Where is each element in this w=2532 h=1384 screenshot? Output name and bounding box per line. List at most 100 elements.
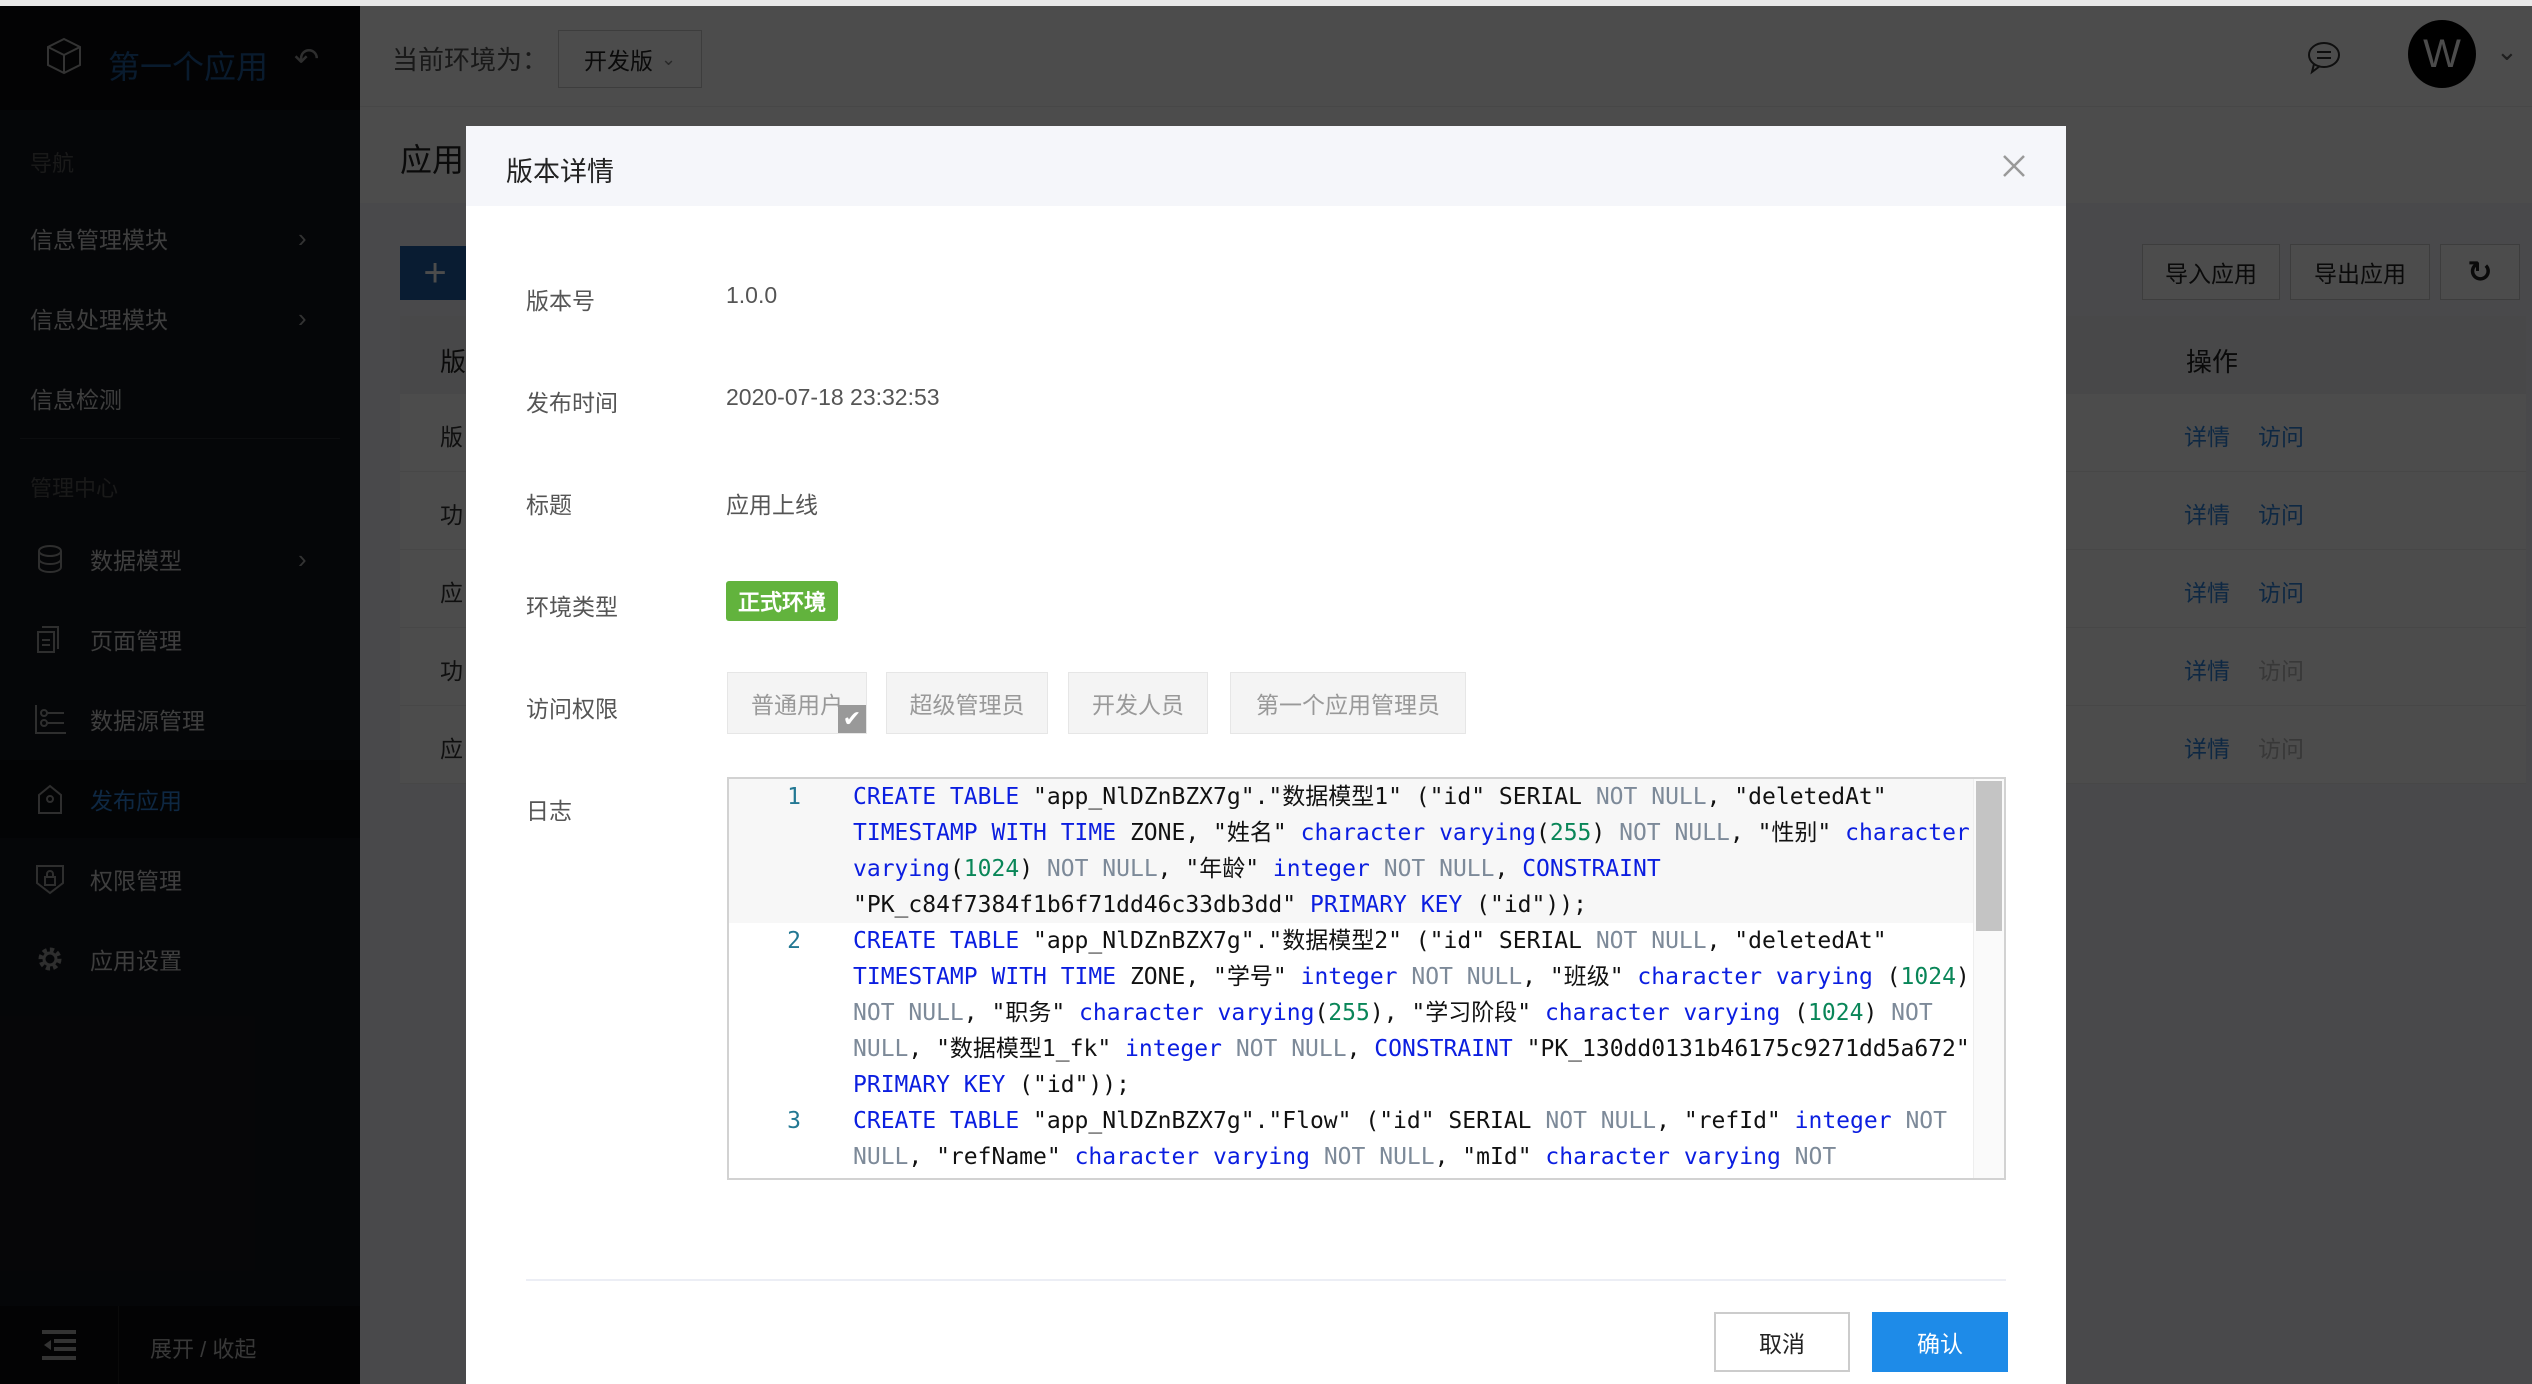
code-token: NOT NULL (1411, 964, 1523, 990)
role-label: 第一个应用管理员 (1256, 692, 1440, 718)
code-token: , "年龄" (1157, 856, 1273, 882)
code-token: PRIMARY KEY (853, 1072, 1006, 1098)
title-label: 标题 (526, 492, 572, 518)
code-token: NOT NULL (1383, 856, 1495, 882)
line-number: 1 (787, 784, 801, 810)
code-token: NOT NULL (1323, 1144, 1435, 1170)
code-token: , (1494, 856, 1523, 882)
code-token: NOT NULL (1545, 1108, 1657, 1134)
code-token: , "deletedAt" (1706, 784, 1901, 810)
code-token: , (1346, 1036, 1375, 1062)
role-label: 开发人员 (1092, 692, 1184, 718)
close-icon[interactable] (2000, 152, 2028, 180)
check-icon: ✔ (838, 705, 866, 733)
code-token: NOT NULL (1046, 856, 1158, 882)
code-token: , "数据模型1_fk" (908, 1036, 1126, 1062)
code-token: NOT NULL (853, 1000, 964, 1026)
code-token: "app_NlDZnBZX7g"."数据模型1" ("id" SERIAL (1019, 784, 1596, 810)
code-token: "app_NlDZnBZX7g"."数据模型2" ("id" SERIAL (1019, 928, 1596, 954)
line-number: 3 (787, 1108, 801, 1134)
code-token: 1024 (1900, 964, 1956, 990)
line-number: 2 (787, 928, 801, 954)
code-token: CREATE TABLE (853, 928, 1020, 954)
code-token: ZONE, "学号" (1116, 964, 1301, 990)
code-token: NOT (1794, 1144, 1837, 1170)
code-token: 255 (1549, 820, 1592, 846)
code-token: ("id")); (1462, 892, 1587, 918)
code-token: character varying (1544, 1000, 1781, 1026)
version-value: 1.0.0 (726, 282, 778, 308)
code-token: character varying (1637, 964, 1873, 990)
code-token: 1024 (1808, 1000, 1864, 1026)
role-option-developer[interactable]: 开发人员 (1068, 672, 1208, 734)
code-token: CREATE TABLE (853, 1108, 1020, 1134)
role-option-normal-user[interactable]: 普通用户 ✔ (727, 672, 867, 734)
code-lines: 1 CREATE TABLE "app_NlDZnBZX7g"."数据模型1" (… (729, 779, 1974, 1175)
code-token: ZONE, "姓名" (1116, 820, 1301, 846)
code-token: , "refName" (908, 1144, 1075, 1170)
role-option-app-admin[interactable]: 第一个应用管理员 (1230, 672, 1466, 734)
code-token: character varying (1079, 1000, 1315, 1026)
modal-header: 版本详情 (466, 126, 2066, 206)
code-token: integer (1300, 964, 1398, 990)
code-token: character varying (1545, 1144, 1781, 1170)
access-label: 访问权限 (526, 696, 618, 722)
code-token: ( (1872, 964, 1901, 990)
code-token: ( (1536, 820, 1550, 846)
code-token: integer (1272, 856, 1370, 882)
modal-footer-divider (526, 1279, 2006, 1281)
code-token: ( (949, 856, 964, 882)
log-label: 日志 (526, 798, 572, 824)
code-token: character varying (1074, 1144, 1310, 1170)
role-label: 普通用户 (751, 692, 843, 718)
code-token: NOT NULL (1235, 1036, 1347, 1062)
log-line: 2 CREATE TABLE "app_NlDZnBZX7g"."数据模型2" (… (729, 923, 1974, 1103)
code-token: character varying (1300, 820, 1536, 846)
role-option-super-admin[interactable]: 超级管理员 (886, 672, 1048, 734)
confirm-button[interactable]: 确认 (1872, 1312, 2008, 1372)
code-token: ), "学习阶段" (1369, 1000, 1545, 1026)
code-token: TIMESTAMP WITH TIME (853, 820, 1117, 846)
code-token: 255 (1328, 1000, 1370, 1026)
code-token: ( (1780, 1000, 1809, 1026)
code-token: NOT NULL (1595, 784, 1707, 810)
code-token: integer (1125, 1036, 1222, 1062)
code-token: , "职务" (963, 1000, 1080, 1026)
cancel-button[interactable]: 取消 (1714, 1312, 1850, 1372)
log-line: 3 CREATE TABLE "app_NlDZnBZX7g"."Flow" ("… (729, 1103, 1974, 1175)
version-detail-modal: 版本详情 版本号 1.0.0 发布时间 2020-07-18 23:32:53 … (466, 126, 2066, 1384)
version-label: 版本号 (526, 288, 595, 314)
code-token: NOT NULL (1595, 928, 1707, 954)
publish-time-value: 2020-07-18 23:32:53 (726, 384, 940, 410)
line-text: CREATE TABLE "app_NlDZnBZX7g"."数据模型1" ("… (853, 779, 1974, 923)
code-token: ( (1314, 1000, 1329, 1026)
code-token: NOT NULL (1619, 820, 1730, 846)
env-type-label: 环境类型 (526, 594, 618, 620)
code-token: , "mId" (1434, 1144, 1546, 1170)
code-token: TIMESTAMP WITH TIME (853, 964, 1117, 990)
log-line: 1 CREATE TABLE "app_NlDZnBZX7g"."数据模型1" (… (729, 779, 1974, 923)
code-token: PRIMARY KEY (1309, 892, 1463, 918)
code-token: , "性别" (1729, 820, 1846, 846)
code-token: integer (1794, 1108, 1892, 1134)
code-token: 1024 (963, 856, 1020, 882)
code-token: ) (1591, 820, 1620, 846)
scrollbar[interactable] (1973, 779, 2004, 1178)
log-code-viewer[interactable]: 1 CREATE TABLE "app_NlDZnBZX7g"."数据模型1" (… (727, 777, 2006, 1180)
env-type-badge: 正式环境 (726, 581, 839, 621)
scrollbar-thumb[interactable] (1976, 781, 2002, 931)
code-token: "PK_130dd0131b46175c9271dd5a672" (1526, 1036, 1970, 1062)
title-value: 应用上线 (726, 492, 818, 518)
code-token: CONSTRAINT (1374, 1036, 1513, 1062)
publish-time-label: 发布时间 (526, 390, 618, 416)
code-token: ("id")); (1005, 1072, 1130, 1098)
line-text: CREATE TABLE "app_NlDZnBZX7g"."数据模型2" ("… (853, 923, 1974, 1103)
code-token: , "deletedAt" (1706, 928, 1901, 954)
line-text: CREATE TABLE "app_NlDZnBZX7g"."Flow" ("i… (853, 1103, 1974, 1175)
code-token: CREATE TABLE (853, 784, 1020, 810)
